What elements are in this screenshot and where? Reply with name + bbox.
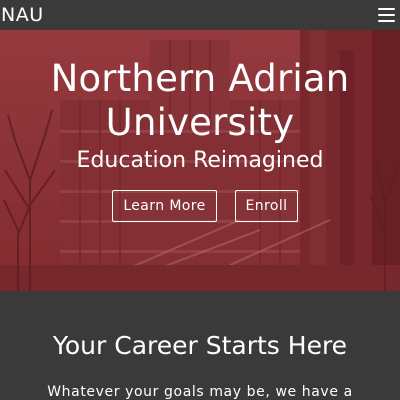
hero-title: Northern Adrian University — [0, 57, 400, 145]
menu-bar — [378, 14, 395, 16]
hero-content: Northern Adrian University Education Rei… — [0, 30, 400, 291]
hero-banner: Northern Adrian University Education Rei… — [0, 30, 400, 291]
menu-bar — [378, 8, 395, 10]
hero-title-line1: Northern Adrian — [50, 57, 350, 100]
hero-subtitle: Education Reimagined — [76, 148, 324, 173]
top-navbar: NAU — [0, 0, 400, 30]
career-section-text: Whatever your goals may be, we have a — [47, 384, 353, 400]
enroll-button[interactable]: Enroll — [235, 190, 298, 222]
menu-bar — [378, 20, 395, 22]
hero-title-line2: University — [105, 101, 295, 144]
brand-logo-text[interactable]: NAU — [0, 0, 44, 30]
career-section-title: Your Career Starts Here — [52, 331, 348, 360]
learn-more-button[interactable]: Learn More — [112, 190, 217, 222]
career-section: Your Career Starts Here Whatever your go… — [0, 291, 400, 400]
hamburger-menu-icon[interactable] — [378, 8, 395, 22]
